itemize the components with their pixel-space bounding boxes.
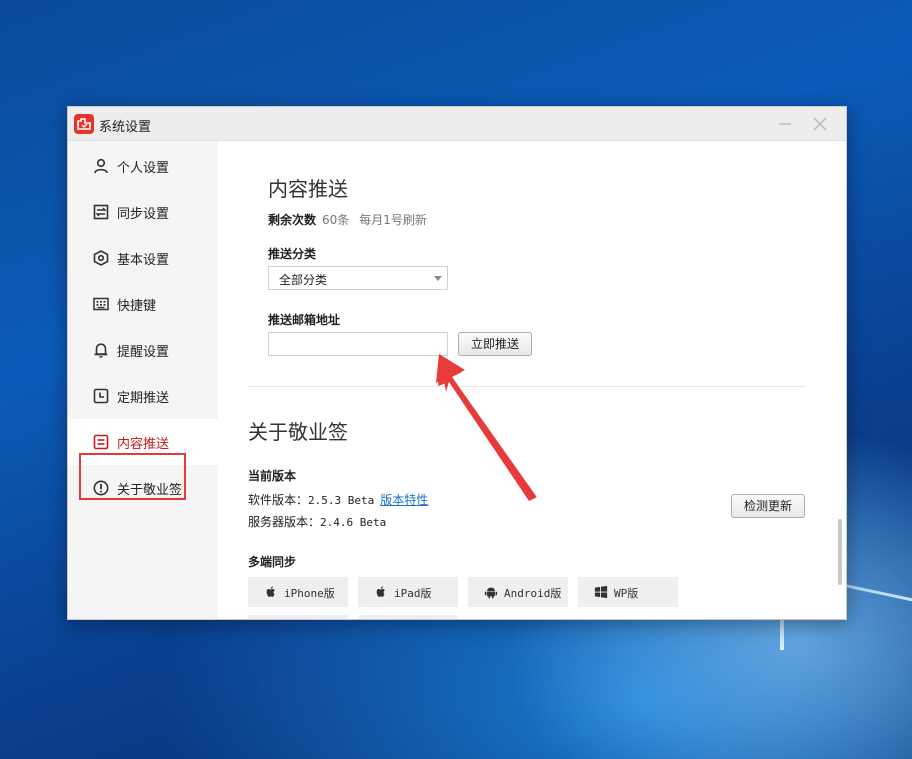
remaining-count: 60条 [322,213,350,227]
platform-ipad-button[interactable]: iPad版 [358,577,458,607]
platform-label: iPad版 [394,587,432,600]
platform-iphone-button[interactable]: iPhone版 [248,577,348,607]
settings-sidebar: 个人设置 同步设置 基本设置 快捷键 提醒设置 定期推送 内容推送 关于敬业签 [68,141,218,619]
sync-icon [93,204,109,220]
server-version-value: 2.4.6 Beta [320,516,387,529]
category-selected-value: 全部分类 [279,273,328,287]
sidebar-item-label: 定期推送 [117,391,170,406]
user-icon [94,158,108,174]
sidebar-item-label: 个人设置 [117,161,170,176]
about-title: 关于敬业签 [248,420,348,444]
sidebar-item-personal[interactable]: 个人设置 [68,143,218,189]
content-scrollbar[interactable] [838,519,842,585]
sidebar-item-label: 快捷键 [117,299,157,314]
bell-icon [94,343,108,358]
platform-extra-button[interactable] [358,615,458,619]
schedule-icon [93,388,109,404]
sidebar-item-label: 提醒设置 [117,345,170,360]
platform-extra-button[interactable] [248,615,348,619]
close-button[interactable] [809,114,831,134]
section-divider [248,386,806,387]
annotation-highlight-box [79,453,186,500]
platform-label: Android版 [504,587,562,600]
content-push-icon [93,434,109,450]
software-version-label: 软件版本： [248,493,309,507]
title-bar[interactable]: 系统设置 [68,107,846,141]
minimize-button[interactable] [774,114,796,134]
window-title: 系统设置 [99,120,152,135]
server-version-label: 服务器版本： [248,515,321,529]
email-label: 推送邮箱地址 [268,313,341,327]
settings-content: 内容推送 剩余次数 60条 每月1号刷新 推送分类 全部分类 推送邮箱地址 立即推… [218,141,846,619]
settings-window: 系统设置 个人设置 同步设置 基本设置 快捷键 提醒设置 定期推送 内容推送 关… [67,106,847,620]
remaining-label: 剩余次数 [268,213,317,227]
platform-label: WP版 [614,587,639,600]
keyboard-icon [93,297,109,311]
sidebar-item-scheduled-push[interactable]: 定期推送 [68,373,218,419]
platform-label: iPhone版 [284,587,335,600]
app-logo-icon [74,114,94,134]
check-update-button[interactable]: 检测更新 [731,494,805,518]
category-select[interactable]: 全部分类 [268,266,448,290]
apple-icon [266,586,275,597]
page-title: 内容推送 [268,177,348,201]
server-version-row: 服务器版本：2.4.6 Beta [248,513,386,530]
version-features-link[interactable]: 版本特性 [380,493,428,507]
sidebar-item-basic[interactable]: 基本设置 [68,235,218,281]
category-label: 推送分类 [268,247,317,261]
android-icon [484,587,498,599]
software-version-value: 2.5.3 Beta [308,494,375,507]
platform-android-button[interactable]: Android版 [468,577,568,607]
windows-icon [594,585,608,599]
chevron-down-icon [434,276,442,281]
remaining-info: 60条 每月1号刷新 [322,211,437,228]
sidebar-item-label: 同步设置 [117,207,170,222]
settings-icon [93,250,109,266]
sidebar-item-label: 基本设置 [117,253,170,268]
platform-wp-button[interactable]: WP版 [578,577,678,607]
push-now-button[interactable]: 立即推送 [458,332,532,356]
apple-icon [376,586,385,597]
version-heading: 当前版本 [248,469,297,483]
email-input[interactable] [268,332,448,356]
sidebar-item-reminders[interactable]: 提醒设置 [68,327,218,373]
sidebar-item-label: 内容推送 [117,437,170,452]
software-version-row: 软件版本：2.5.3 Beta 版本特性 [248,491,428,508]
sidebar-item-sync[interactable]: 同步设置 [68,189,218,235]
multi-sync-heading: 多端同步 [248,555,297,569]
refresh-note: 每月1号刷新 [359,213,427,227]
sidebar-item-shortcuts[interactable]: 快捷键 [68,281,218,327]
